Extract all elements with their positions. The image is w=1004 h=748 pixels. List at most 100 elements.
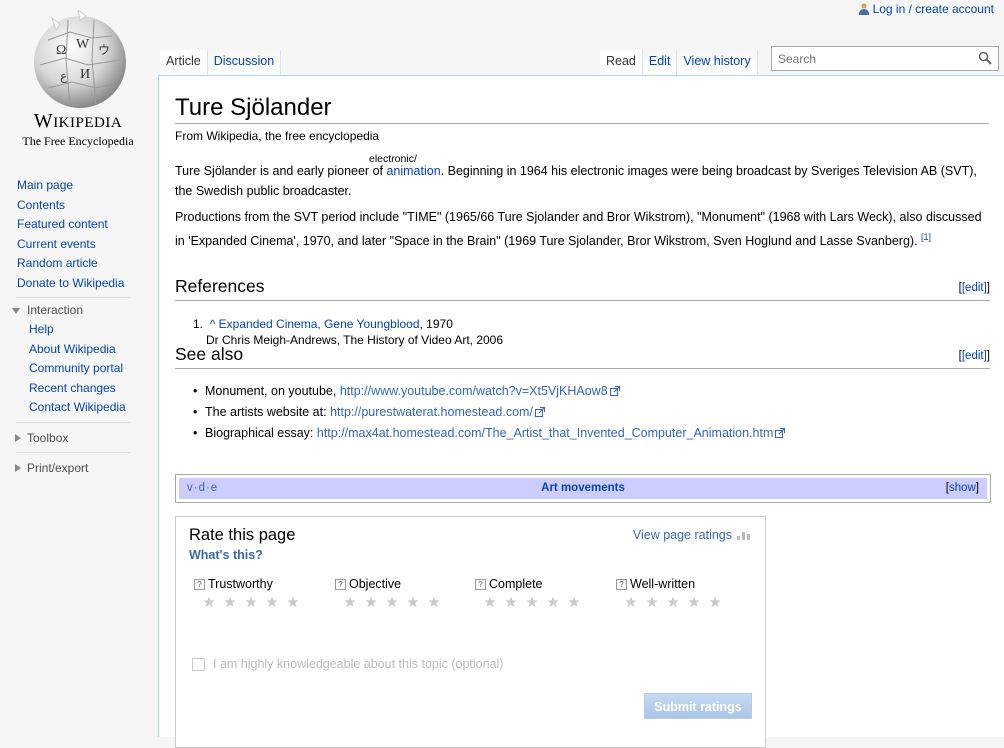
wikipedia-logo[interactable]: Ω W ウ И ع WIKIPEDIA The Free Encyclopedi… (16, 10, 140, 150)
view-page-ratings-link[interactable]: View page ratings (633, 528, 751, 542)
sidebar-item-current-events[interactable]: Current events (17, 235, 150, 255)
star-icon[interactable] (203, 596, 215, 608)
svg-text:И: И (80, 67, 90, 82)
star-rating-complete (484, 596, 580, 608)
sidebar-item-community-portal[interactable]: Community portal (29, 359, 150, 379)
logo-tagline: The Free Encyclopedia (22, 134, 134, 148)
star-icon[interactable] (484, 596, 496, 608)
external-link-icon (775, 428, 786, 438)
list-item: Monument, on youtube, http://www.youtube… (193, 381, 785, 402)
expanded-cinema-link[interactable]: Expanded Cinema, Gene Youngblood (219, 317, 420, 331)
star-icon[interactable] (709, 596, 721, 608)
navbox-title[interactable]: Art movements (179, 482, 987, 494)
criterion-trustworthy: ? Trustworthy (194, 577, 273, 591)
user-icon (858, 3, 869, 15)
star-icon[interactable] (287, 596, 299, 608)
title-divider (175, 123, 989, 124)
wikipedia-wordmark: WIKIPEDIA (33, 110, 123, 132)
reference-item: 1. ^ Expanded Cinema, Gene Youngblood, 1… (193, 317, 453, 331)
sidebar-item-help[interactable]: Help (29, 320, 150, 340)
ref-caret-link[interactable]: ^ (210, 317, 216, 331)
edit-section-link[interactable]: [[edit]] (959, 282, 990, 294)
star-rating-trustworthy (203, 596, 299, 608)
star-icon[interactable] (407, 596, 419, 608)
svg-text:ウ: ウ (98, 43, 110, 57)
help-icon[interactable]: ? (616, 579, 627, 590)
star-rating-well-written (625, 596, 721, 608)
navbox-art-movements: v·d·e Art movements [show] (175, 474, 991, 503)
sidebar-item-about[interactable]: About Wikipedia (29, 340, 150, 360)
tab-edit[interactable]: Edit (642, 50, 678, 76)
sidebar: Main page Contents Featured content Curr… (0, 176, 150, 478)
sidebar-item-featured-content[interactable]: Featured content (17, 215, 150, 235)
tab-view-history[interactable]: View history (677, 50, 758, 76)
biographical-essay-link[interactable]: http://max4at.homestead.com/The_Artist_t… (317, 426, 774, 440)
view-tabs: Read Edit View history (600, 50, 758, 76)
star-icon[interactable] (646, 596, 658, 608)
help-icon[interactable]: ? (335, 579, 346, 590)
animation-link[interactable]: animation (386, 164, 440, 178)
edit-section-link[interactable]: [[edit]] (959, 350, 990, 362)
sidebar-divider (16, 421, 130, 423)
rate-this-page-panel: Rate this page What's this? View page ra… (175, 516, 766, 748)
svg-text:ع: ع (60, 69, 68, 83)
knowledgeable-checkbox[interactable] (192, 657, 205, 671)
chevron-right-icon (15, 433, 21, 442)
star-icon[interactable] (344, 596, 356, 608)
portal-print-header[interactable]: Print/export (0, 459, 150, 478)
section-see-also: See also [[edit]] (175, 344, 990, 369)
paragraph-intro: Ture Sjölander is and early pioneer of a… (175, 164, 977, 198)
sidebar-item-main-page[interactable]: Main page (17, 176, 150, 196)
portal-interaction-header[interactable]: Interaction (0, 301, 150, 320)
star-icon[interactable] (365, 596, 377, 608)
star-rating-objective (344, 596, 440, 608)
sidebar-item-recent-changes[interactable]: Recent changes (29, 379, 150, 399)
reference-link[interactable]: [1] (921, 232, 931, 242)
star-icon[interactable] (245, 596, 257, 608)
navbox-show-toggle[interactable]: [show] (946, 482, 979, 494)
rate-title: Rate this page (189, 526, 296, 544)
star-icon[interactable] (568, 596, 580, 608)
portal-toolbox: Toolbox (0, 429, 150, 448)
star-icon[interactable] (505, 596, 517, 608)
star-icon[interactable] (667, 596, 679, 608)
star-icon[interactable] (625, 596, 637, 608)
knowledgeable-label: I am highly knowledgeable about this top… (213, 657, 504, 671)
tab-article[interactable]: Article (160, 50, 208, 76)
sidebar-item-contact[interactable]: Contact Wikipedia (29, 398, 150, 418)
paragraph-productions: Productions from the SVT period include … (175, 210, 982, 248)
whats-this-link[interactable]: What's this? (189, 548, 263, 562)
login-link[interactable]: Log in / create account (873, 2, 994, 16)
star-icon[interactable] (526, 596, 538, 608)
tab-read[interactable]: Read (600, 50, 643, 76)
help-icon[interactable]: ? (475, 579, 486, 590)
sidebar-item-random-article[interactable]: Random article (17, 254, 150, 274)
search-input[interactable] (776, 48, 970, 70)
star-icon[interactable] (428, 596, 440, 608)
sidebar-divider (16, 297, 130, 298)
help-icon[interactable]: ? (194, 579, 205, 590)
bar-chart-icon (737, 532, 750, 540)
star-icon[interactable] (266, 596, 278, 608)
artist-website-link[interactable]: http://purestwaterat.homestead.com/ (330, 405, 533, 419)
tab-discussion[interactable]: Discussion (207, 50, 282, 76)
star-icon[interactable] (224, 596, 236, 608)
submit-ratings-button[interactable]: Submit ratings (644, 693, 752, 719)
youtube-link[interactable]: http://www.youtube.com/watch?v=Xt5VjKHAo… (340, 384, 608, 398)
sidebar-item-contents[interactable]: Contents (17, 196, 150, 216)
svg-text:W: W (76, 37, 90, 52)
chevron-down-icon (12, 308, 20, 314)
sidebar-item-donate[interactable]: Donate to Wikipedia (17, 274, 150, 294)
criterion-well-written: ? Well-written (616, 577, 695, 591)
portal-print-export: Print/export (0, 459, 150, 478)
star-icon[interactable] (547, 596, 559, 608)
portal-toolbox-header[interactable]: Toolbox (0, 429, 150, 448)
site-subtitle: From Wikipedia, the free encyclopedia (175, 129, 380, 143)
personal-tools: Log in / create account (858, 2, 994, 16)
svg-text:Ω: Ω (56, 43, 66, 58)
see-also-list: Monument, on youtube, http://www.youtube… (193, 381, 786, 444)
search-icon[interactable] (978, 51, 992, 65)
star-icon[interactable] (688, 596, 700, 608)
chevron-right-icon (15, 463, 21, 472)
star-icon[interactable] (386, 596, 398, 608)
